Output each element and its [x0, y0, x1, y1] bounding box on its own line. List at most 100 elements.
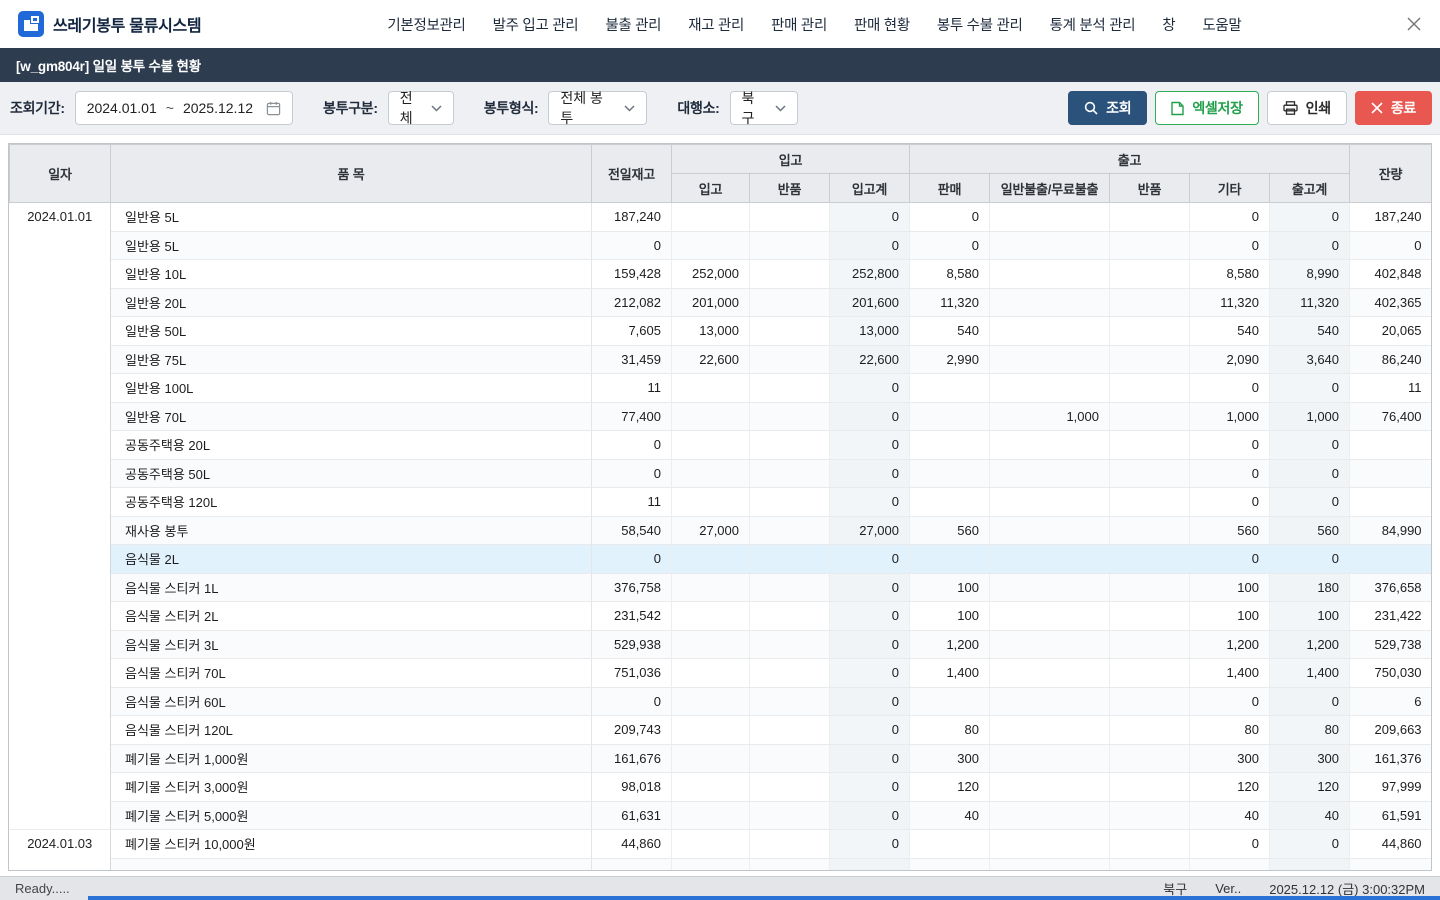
remain-cell: [1350, 858, 1432, 871]
table-row[interactable]: 음식물 스티커 120L209,7430808080209,663: [10, 716, 1432, 745]
in-return-cell: [750, 317, 830, 346]
app-logo-icon: [18, 11, 44, 37]
table-row[interactable]: 음식물 스티커 3L529,93801,2001,2001,200529,738: [10, 630, 1432, 659]
out-return-cell: [1110, 545, 1190, 574]
in-cell: [672, 659, 750, 688]
table-row[interactable]: 재사용 봉투58,54027,00027,00056056056084,990: [10, 516, 1432, 545]
etc-cell: 0: [1190, 830, 1270, 859]
in-return-cell: [750, 858, 830, 871]
out-total-cell: 1,000: [1270, 402, 1350, 431]
table-row[interactable]: 공동주택용 20L0000: [10, 431, 1432, 460]
out-total-cell: 540: [1270, 317, 1350, 346]
in-total-cell: 0: [830, 231, 910, 260]
close-icon: [1371, 102, 1383, 114]
table-row[interactable]: 폐기물 스티커 5,000원61,631040404061,591: [10, 801, 1432, 830]
sale-cell: 540: [910, 317, 990, 346]
issue-cell: [990, 488, 1110, 517]
period-to-value[interactable]: 2025.12.12: [183, 100, 253, 116]
table-row[interactable]: 일반용 5L000000: [10, 231, 1432, 260]
out-return-cell: [1110, 602, 1190, 631]
in-total-cell: 27,000: [830, 516, 910, 545]
table-row[interactable]: 2024.01.03폐기물 스티커 10,000원44,86000044,860: [10, 830, 1432, 859]
col-header-out-return: 반품: [1110, 174, 1190, 203]
remain-cell: 61,591: [1350, 801, 1432, 830]
prev-cell: 0: [592, 231, 672, 260]
calendar-icon[interactable]: [266, 101, 281, 116]
bag-type-select[interactable]: 전체: [388, 91, 454, 125]
in-return-cell: [750, 345, 830, 374]
table-row[interactable]: 2024.01.01일반용 5L187,2400000187,240: [10, 203, 1432, 232]
table-row[interactable]: 일반용 10L159,428252,000252,8008,5808,5808,…: [10, 260, 1432, 289]
in-total-cell: 252,800: [830, 260, 910, 289]
issue-cell: [990, 659, 1110, 688]
table-row[interactable]: 음식물 스티커 2L231,5420100100100231,422: [10, 602, 1432, 631]
table-row[interactable]: 공동주택용 120L11000: [10, 488, 1432, 517]
table-row[interactable]: [10, 858, 1432, 871]
table-row[interactable]: 폐기물 스티커 3,000원98,018012012012097,999: [10, 773, 1432, 802]
prev-cell: 159,428: [592, 260, 672, 289]
period-range-input[interactable]: 2024.01.01 ~ 2025.12.12: [75, 91, 293, 125]
in-return-cell: [750, 516, 830, 545]
in-total-cell: 201,600: [830, 288, 910, 317]
sale-cell: [910, 687, 990, 716]
remain-cell: 402,848: [1350, 260, 1432, 289]
search-button[interactable]: 조회: [1068, 91, 1147, 125]
bottom-accent-strip: [88, 896, 1440, 900]
table-row[interactable]: 음식물 스티커 1L376,7580100100180376,658: [10, 573, 1432, 602]
print-button[interactable]: 인쇄: [1267, 91, 1347, 125]
out-return-cell: [1110, 345, 1190, 374]
remain-cell: [1350, 431, 1432, 460]
excel-save-button[interactable]: 엑셀저장: [1155, 91, 1258, 125]
item-cell: 일반용 75L: [111, 345, 592, 374]
in-return-cell: [750, 402, 830, 431]
bag-format-select[interactable]: 전체 봉투: [548, 91, 647, 125]
in-cell: [672, 830, 750, 859]
item-cell: 재사용 봉투: [111, 516, 592, 545]
remain-cell: 6: [1350, 687, 1432, 716]
sale-cell: 100: [910, 573, 990, 602]
etc-cell: 560: [1190, 516, 1270, 545]
prev-cell: 0: [592, 545, 672, 574]
menu-item[interactable]: 기본정보관리: [387, 14, 465, 35]
in-return-cell: [750, 231, 830, 260]
prev-cell: 11: [592, 374, 672, 403]
table-row[interactable]: 일반용 100L1100011: [10, 374, 1432, 403]
prev-cell: 751,036: [592, 659, 672, 688]
table-row[interactable]: 음식물 스티커 70L751,03601,4001,4001,400750,03…: [10, 659, 1432, 688]
in-total-cell: 0: [830, 744, 910, 773]
prev-cell: 161,676: [592, 744, 672, 773]
item-cell: 폐기물 스티커 3,000원: [111, 773, 592, 802]
menu-item[interactable]: 도움말: [1202, 14, 1241, 35]
remain-cell: 84,990: [1350, 516, 1432, 545]
agency-select[interactable]: 북구: [730, 91, 798, 125]
menu-item[interactable]: 통계 분석 관리: [1050, 14, 1136, 35]
in-cell: 22,600: [672, 345, 750, 374]
prev-cell: 376,758: [592, 573, 672, 602]
menu-item[interactable]: 판매 현황: [854, 14, 910, 35]
menu-item[interactable]: 불출 관리: [605, 14, 661, 35]
etc-cell: 0: [1190, 687, 1270, 716]
menu-item[interactable]: 재고 관리: [688, 14, 744, 35]
menu-item[interactable]: 발주 입고 관리: [493, 14, 579, 35]
prev-cell: 212,082: [592, 288, 672, 317]
menu-item[interactable]: 봉투 수불 관리: [937, 14, 1023, 35]
table-row[interactable]: 일반용 70L77,40001,0001,0001,00076,400: [10, 402, 1432, 431]
table-row[interactable]: 일반용 50L7,60513,00013,00054054054020,065: [10, 317, 1432, 346]
table-row[interactable]: 음식물 스티커 60L00006: [10, 687, 1432, 716]
table-row[interactable]: 공동주택용 50L0000: [10, 459, 1432, 488]
in-total-cell: 0: [830, 374, 910, 403]
menu-item[interactable]: 판매 관리: [771, 14, 827, 35]
quit-button[interactable]: 종료: [1355, 91, 1432, 125]
table-row[interactable]: 폐기물 스티커 1,000원161,6760300300300161,376: [10, 744, 1432, 773]
menu-item[interactable]: 창: [1162, 14, 1175, 35]
table-row[interactable]: 일반용 75L31,45922,60022,6002,9902,0903,640…: [10, 345, 1432, 374]
in-cell: 201,000: [672, 288, 750, 317]
window-title-bar: [w_gm804r] 일일 봉투 수불 현황: [0, 48, 1440, 82]
table-row[interactable]: 음식물 2L0000: [10, 545, 1432, 574]
period-from-value[interactable]: 2024.01.01: [87, 100, 157, 116]
table-row[interactable]: 일반용 20L212,082201,000201,60011,32011,320…: [10, 288, 1432, 317]
bag-format-label: 봉투형식:: [484, 98, 539, 118]
window-close-icon[interactable]: [1406, 16, 1422, 32]
prev-cell: [592, 858, 672, 871]
sale-cell: 1,400: [910, 659, 990, 688]
